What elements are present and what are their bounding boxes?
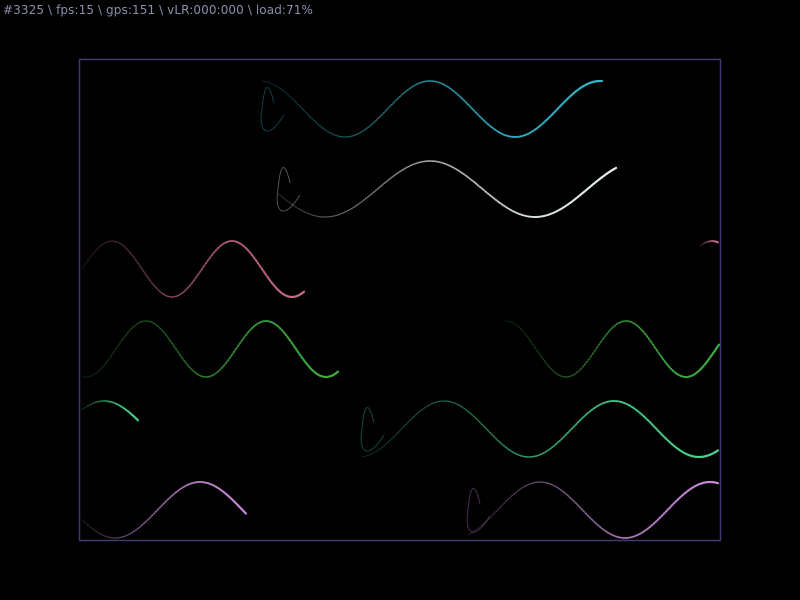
wave-violet-stroke [714,481,720,485]
wave-pink-stroke [714,240,720,244]
wave-green-stroke [715,343,721,349]
wave-mint-stroke [134,417,140,422]
render-stage: #3325 \ fps:15 \ gps:151 \ vLR:000:000 \… [0,0,800,600]
waves-layer [81,79,721,539]
wave-violet-stroke [242,510,248,515]
wave-green-stroke [334,370,340,375]
wave-mint-hook [360,407,385,452]
wave-mint-stroke [714,449,720,453]
wave-pink-stroke [300,290,306,295]
wave-white-hook [276,167,301,212]
wave-cyan-hook [260,87,285,132]
wave-white-stroke [612,166,618,171]
wave-violet-hook [466,488,491,533]
wave-canvas [78,58,722,542]
wave-pink-stroke [83,262,87,267]
wave-pink-stroke [81,265,85,270]
viewport-frame [78,58,722,542]
